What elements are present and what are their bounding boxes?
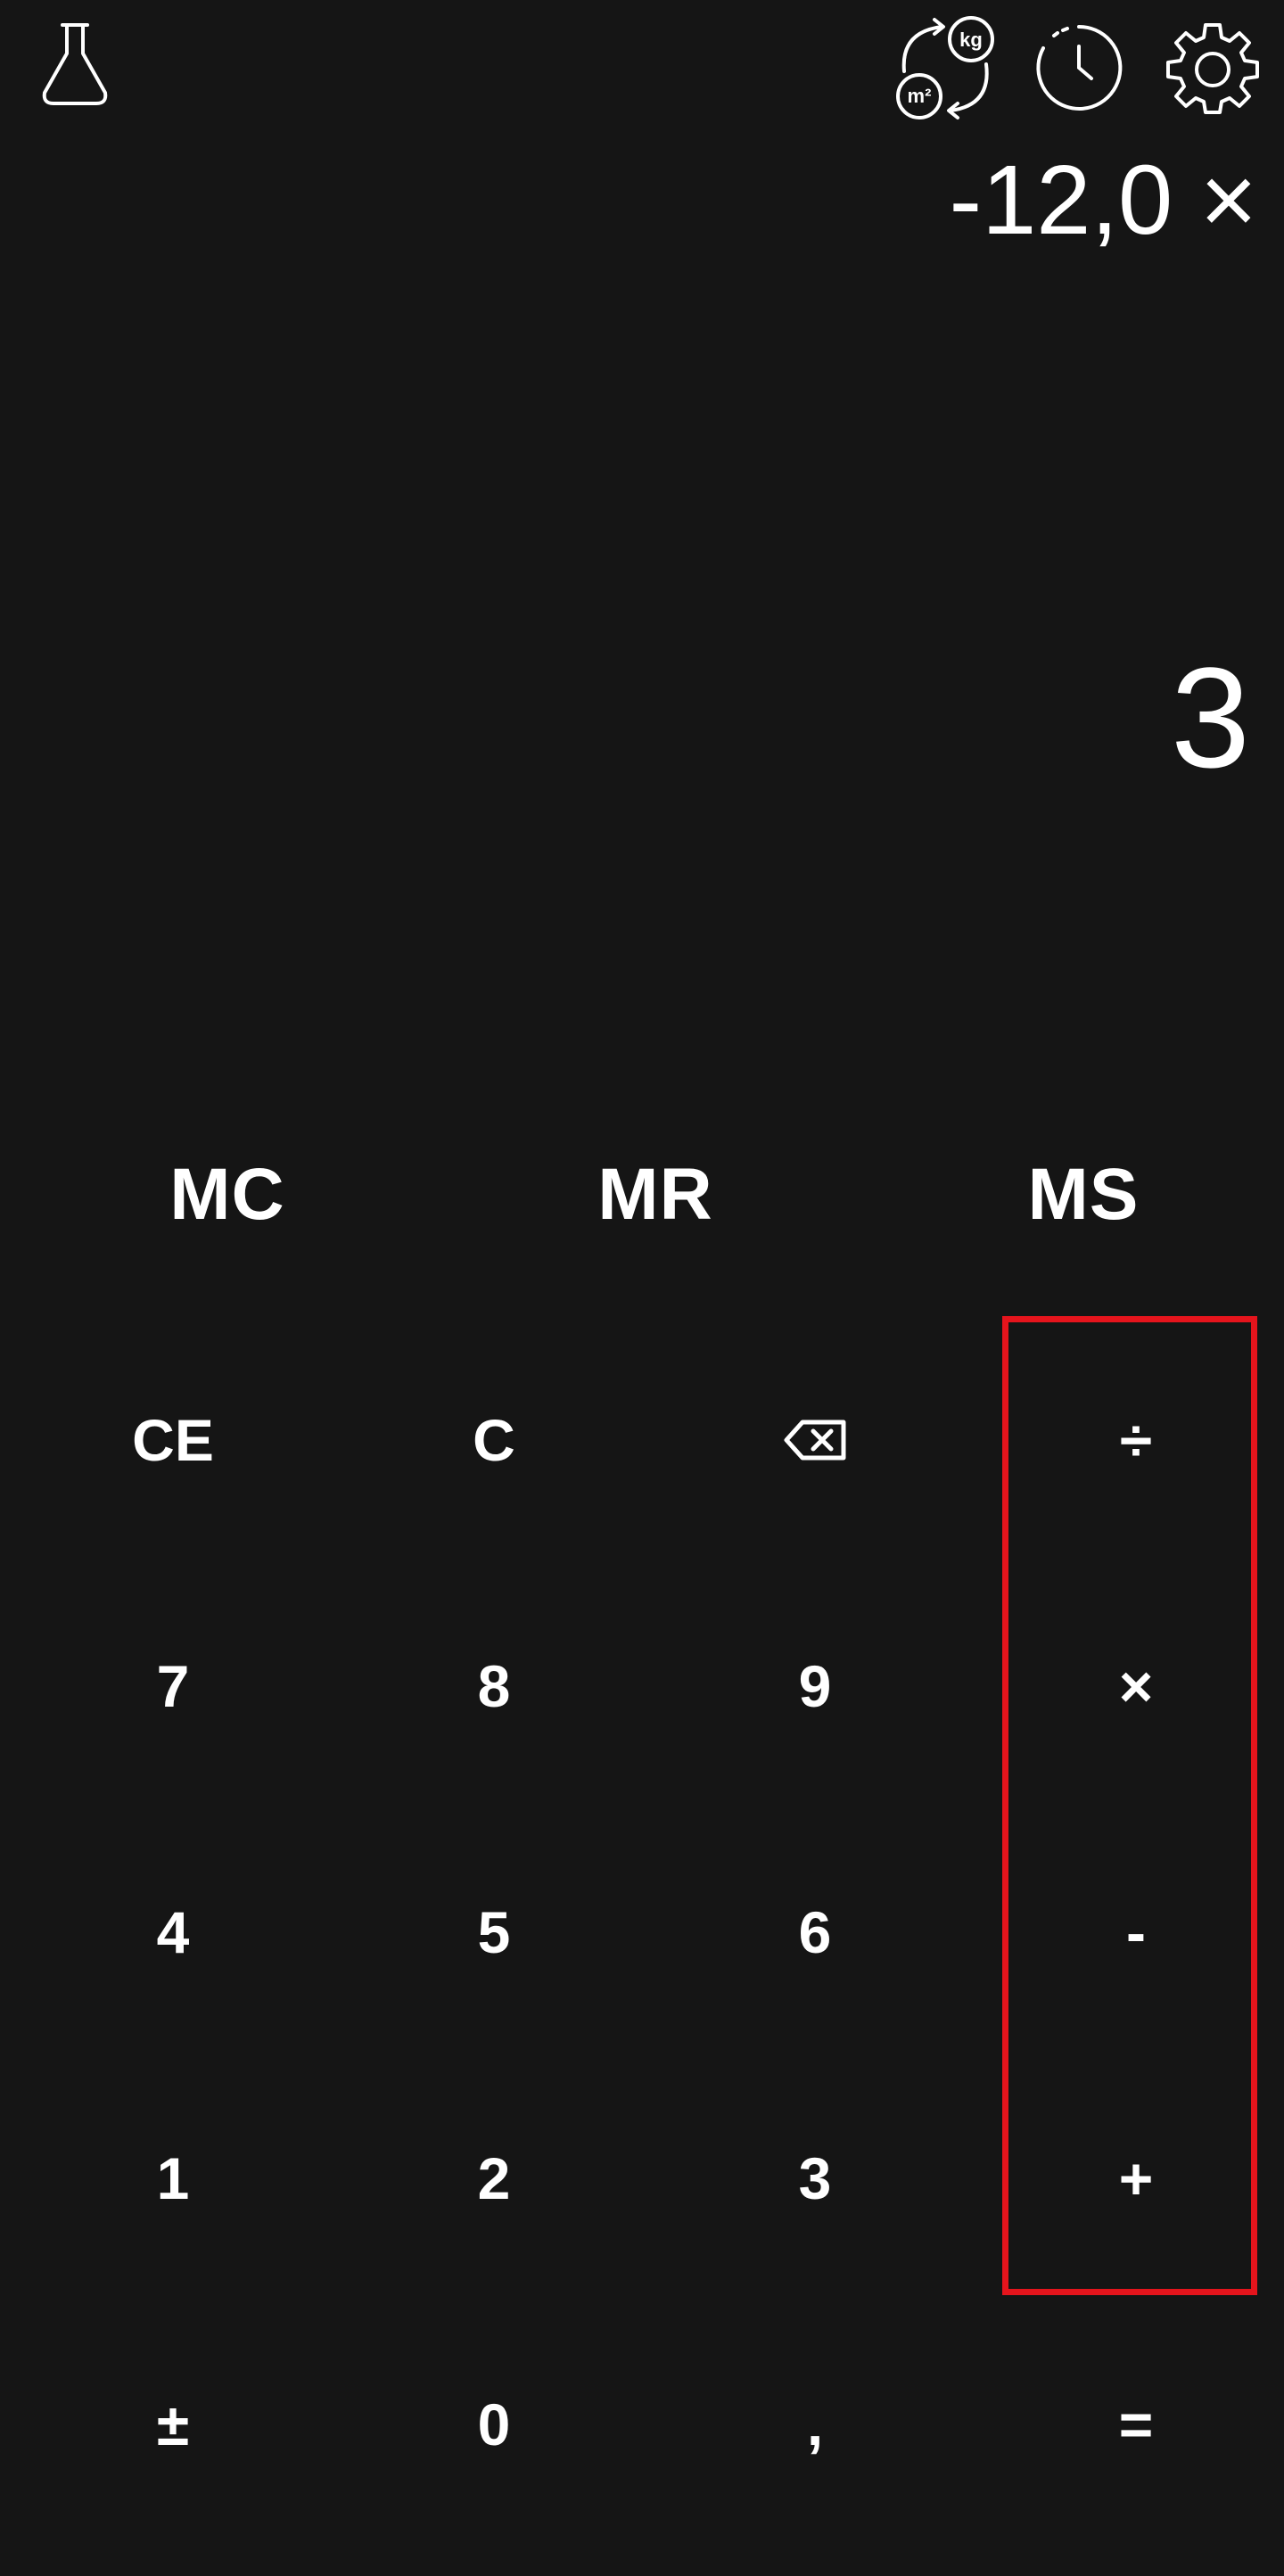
equals-button[interactable]: =	[975, 2304, 1284, 2545]
memory-clear-button[interactable]: MC	[13, 1132, 441, 1257]
digit-1-button[interactable]: 1	[12, 2058, 333, 2299]
unit-m2-label: m²	[908, 85, 932, 107]
flask-icon[interactable]	[39, 21, 111, 107]
digit-3-button[interactable]: 3	[654, 2058, 975, 2299]
unit-converter-icon[interactable]: kg m²	[892, 12, 999, 123]
memory-recall-button[interactable]: MR	[441, 1132, 869, 1257]
expression-display: -12,0 ×	[949, 145, 1257, 255]
divide-button[interactable]: ÷	[975, 1320, 1284, 1560]
digit-5-button[interactable]: 5	[333, 1812, 654, 2053]
plus-button[interactable]: +	[975, 2058, 1284, 2299]
multiply-button[interactable]: ×	[975, 1566, 1284, 1806]
digit-7-button[interactable]: 7	[12, 1566, 333, 1806]
settings-gear-icon[interactable]	[1165, 20, 1261, 116]
decimal-comma-button[interactable]: ,	[654, 2304, 975, 2545]
unit-kg-label: kg	[959, 29, 983, 51]
backspace-icon	[784, 1420, 846, 1461]
digit-8-button[interactable]: 8	[333, 1566, 654, 1806]
plus-minus-button[interactable]: ±	[12, 2304, 333, 2545]
backspace-button[interactable]	[654, 1320, 975, 1560]
digit-0-button[interactable]: 0	[333, 2304, 654, 2545]
digit-4-button[interactable]: 4	[12, 1812, 333, 2053]
digit-9-button[interactable]: 9	[654, 1566, 975, 1806]
minus-button[interactable]: -	[975, 1812, 1284, 2053]
memory-store-button[interactable]: MS	[869, 1132, 1284, 1257]
result-display: 3	[1171, 638, 1250, 797]
clear-entry-button[interactable]: CE	[12, 1320, 333, 1560]
clear-button[interactable]: C	[333, 1320, 654, 1560]
top-toolbar: kg m²	[0, 0, 1284, 134]
digit-2-button[interactable]: 2	[333, 2058, 654, 2299]
digit-6-button[interactable]: 6	[654, 1812, 975, 2053]
history-clock-icon[interactable]	[1034, 23, 1124, 112]
memory-row: MC MR MS	[0, 1132, 1284, 1257]
